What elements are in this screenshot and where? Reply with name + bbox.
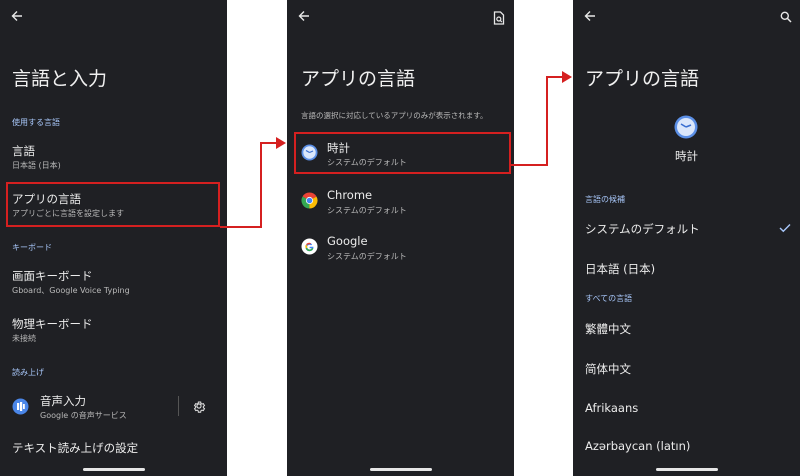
page-title: 言語と入力 — [12, 68, 108, 90]
voice-input-item[interactable]: 音声入力 Google の音声サービス — [0, 386, 170, 426]
language-option-label: Afrikaans — [585, 401, 639, 415]
page-title: アプリの言語 — [301, 68, 416, 90]
onscreen-keyboard-sub: Gboard、Google Voice Typing — [12, 286, 130, 295]
language-label: 言語 — [12, 144, 35, 158]
arrow-2 — [511, 76, 562, 166]
arrow-1-head — [276, 137, 286, 149]
settings-screen-language-input: 言語と入力 使用する言語 言語 日本語 (日本) アプリの言語 アプリごとに言語… — [0, 0, 227, 476]
back-arrow-icon[interactable] — [583, 9, 597, 23]
section-header-suggested: 言語の候補 — [585, 195, 625, 204]
physical-keyboard-item[interactable]: 物理キーボード 未接続 — [0, 308, 227, 348]
section-header-languages: 使用する言語 — [12, 118, 60, 127]
app-name: 時計 — [675, 149, 698, 163]
voice-input-sub: Google の音声サービス — [40, 411, 127, 420]
back-arrow-icon[interactable] — [10, 9, 24, 23]
home-indicator — [655, 468, 718, 471]
clock-language-screen: アプリの言語 時計 言語の候補 システムのデフォルト 日本語 (日本) すべての… — [573, 0, 800, 476]
language-option-label: 简体中文 — [585, 362, 631, 376]
language-option-label: Azərbaycan (latın) — [585, 439, 691, 453]
app-item-chrome[interactable]: Chrome システムのデフォルト — [287, 182, 514, 222]
language-option-system-default[interactable]: システムのデフォルト — [573, 212, 800, 244]
home-indicator — [369, 468, 432, 471]
arrow-1 — [220, 142, 276, 228]
app-name: Chrome — [327, 188, 373, 202]
voice-input-icon — [12, 398, 29, 415]
onscreen-keyboard-item[interactable]: 画面キーボード Gboard、Google Voice Typing — [0, 260, 227, 300]
physical-keyboard-label: 物理キーボード — [12, 317, 93, 331]
language-option[interactable]: Afrikaans — [573, 392, 800, 424]
gear-icon[interactable] — [192, 399, 206, 413]
app-language-sub: システムのデフォルト — [327, 206, 407, 215]
highlight-box-clock-app — [294, 132, 511, 174]
language-option-japanese[interactable]: 日本語 (日本) — [573, 252, 800, 284]
voice-input-label: 音声入力 — [40, 394, 86, 408]
app-languages-screen: アプリの言語 言語の選択に対応しているアプリのみが表示されます。 時計 システム… — [287, 0, 514, 476]
onscreen-keyboard-label: 画面キーボード — [12, 269, 93, 283]
language-setting-item[interactable]: 言語 日本語 (日本) — [0, 136, 227, 174]
page-title: アプリの言語 — [585, 68, 700, 90]
section-header-readout: 読み上げ — [12, 368, 44, 377]
physical-keyboard-sub: 未接続 — [12, 334, 36, 343]
app-item-google[interactable]: Google システムのデフォルト — [287, 228, 514, 268]
section-header-keyboard: キーボード — [12, 243, 52, 252]
chrome-icon — [301, 192, 318, 209]
description-text: 言語の選択に対応しているアプリのみが表示されます。 — [301, 111, 488, 120]
language-option-label: 日本語 (日本) — [585, 262, 656, 276]
highlight-box-app-languages — [6, 182, 220, 227]
search-icon[interactable] — [780, 11, 792, 23]
language-option[interactable]: 简体中文 — [573, 352, 800, 384]
app-name: Google — [327, 234, 368, 248]
language-option-label: システムのデフォルト — [585, 222, 700, 236]
language-option[interactable]: Azərbaycan (latın) — [573, 432, 800, 464]
search-in-page-icon[interactable] — [493, 11, 505, 25]
tts-settings-item[interactable]: テキスト読み上げの設定 — [12, 440, 138, 456]
divider — [178, 396, 179, 416]
language-option[interactable]: 繁體中文 — [573, 312, 800, 344]
google-icon — [301, 238, 318, 255]
language-value: 日本語 (日本) — [12, 161, 61, 170]
clock-app-icon — [674, 115, 698, 139]
back-arrow-icon[interactable] — [297, 9, 311, 23]
language-option-label: 繁體中文 — [585, 322, 631, 336]
section-header-all-languages: すべての言語 — [585, 294, 633, 303]
check-icon — [779, 224, 791, 233]
app-language-sub: システムのデフォルト — [327, 252, 407, 261]
home-indicator — [82, 468, 145, 471]
arrow-2-head — [562, 71, 572, 83]
